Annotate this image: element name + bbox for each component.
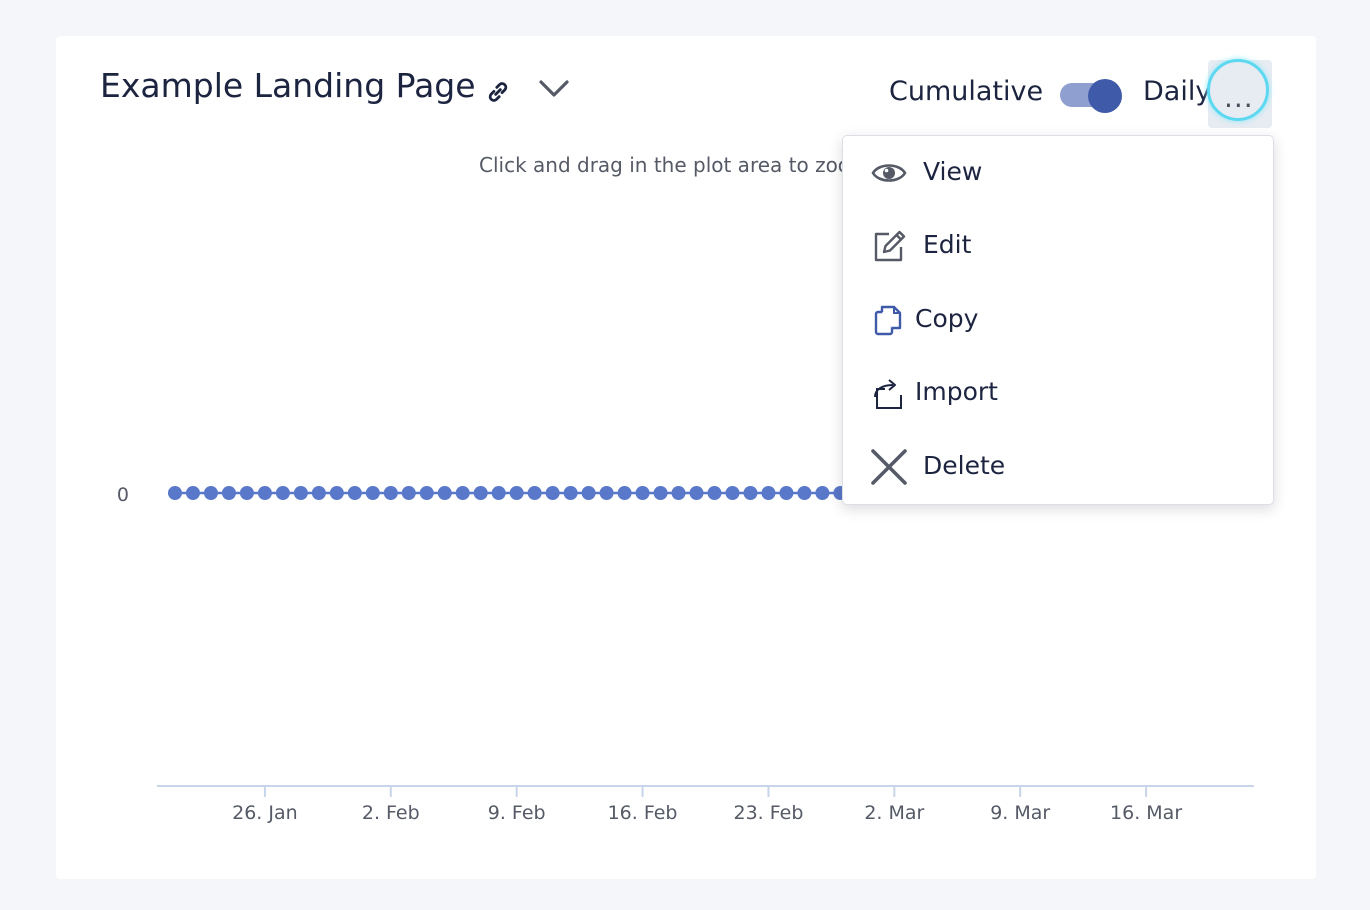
menu-item-delete[interactable]: Delete	[843, 437, 1273, 497]
data-point[interactable]	[545, 486, 560, 500]
data-point[interactable]	[707, 486, 722, 500]
data-point[interactable]	[275, 486, 290, 500]
data-point[interactable]	[401, 486, 416, 500]
data-point[interactable]	[491, 486, 506, 500]
x-tick-label: 2. Mar	[864, 802, 924, 824]
data-point[interactable]	[293, 486, 308, 500]
data-point[interactable]	[365, 486, 380, 500]
data-point[interactable]	[419, 486, 434, 500]
import-icon	[874, 379, 902, 409]
data-point[interactable]	[347, 486, 362, 500]
data-point[interactable]	[617, 486, 632, 500]
data-point[interactable]	[761, 486, 776, 500]
data-point[interactable]	[509, 486, 524, 500]
data-point[interactable]	[455, 486, 470, 500]
data-point[interactable]	[671, 486, 686, 500]
data-point[interactable]	[437, 486, 452, 500]
y-tick-label: 0	[117, 484, 129, 506]
menu-label-view: View	[923, 157, 983, 186]
data-point[interactable]	[815, 486, 830, 500]
menu-label-copy: Copy	[915, 304, 979, 333]
data-point[interactable]	[311, 486, 326, 500]
data-point[interactable]	[635, 486, 650, 500]
data-point[interactable]	[221, 486, 236, 500]
data-point[interactable]	[185, 486, 200, 500]
x-tick-label: 26. Jan	[232, 802, 298, 824]
x-tick-label: 2. Feb	[362, 802, 420, 824]
menu-item-view[interactable]: View	[843, 143, 1273, 203]
x-tick-label: 23. Feb	[733, 802, 803, 824]
data-point[interactable]	[653, 486, 668, 500]
menu-item-import[interactable]: Import	[843, 363, 1273, 423]
x-tick-label: 16. Mar	[1110, 802, 1182, 824]
data-point[interactable]	[797, 486, 812, 500]
data-point[interactable]	[725, 486, 740, 500]
x-tick-label: 16. Feb	[608, 802, 678, 824]
copy-icon	[874, 305, 902, 336]
x-tick-label: 9. Feb	[488, 802, 546, 824]
menu-label-import: Import	[915, 377, 998, 406]
data-point[interactable]	[689, 486, 704, 500]
menu-label-delete: Delete	[923, 451, 1006, 480]
data-point[interactable]	[527, 486, 542, 500]
data-point[interactable]	[257, 486, 272, 500]
data-point[interactable]	[563, 486, 578, 500]
data-point[interactable]	[239, 486, 254, 500]
data-point[interactable]	[599, 486, 614, 500]
data-point[interactable]	[581, 486, 596, 500]
data-point[interactable]	[167, 486, 182, 500]
data-point[interactable]	[473, 486, 488, 500]
eye-icon	[871, 164, 907, 182]
data-point[interactable]	[779, 486, 794, 500]
data-point[interactable]	[743, 486, 758, 500]
edit-icon	[874, 230, 906, 262]
menu-item-copy[interactable]: Copy	[843, 290, 1273, 350]
close-icon	[871, 449, 907, 485]
data-point[interactable]	[329, 486, 344, 500]
options-menu: View Edit Copy Import Delete	[842, 135, 1274, 505]
data-point[interactable]	[203, 486, 218, 500]
data-point[interactable]	[383, 486, 398, 500]
menu-label-edit: Edit	[923, 230, 972, 259]
x-tick-label: 9. Mar	[990, 802, 1050, 824]
menu-item-edit[interactable]: Edit	[843, 216, 1273, 276]
